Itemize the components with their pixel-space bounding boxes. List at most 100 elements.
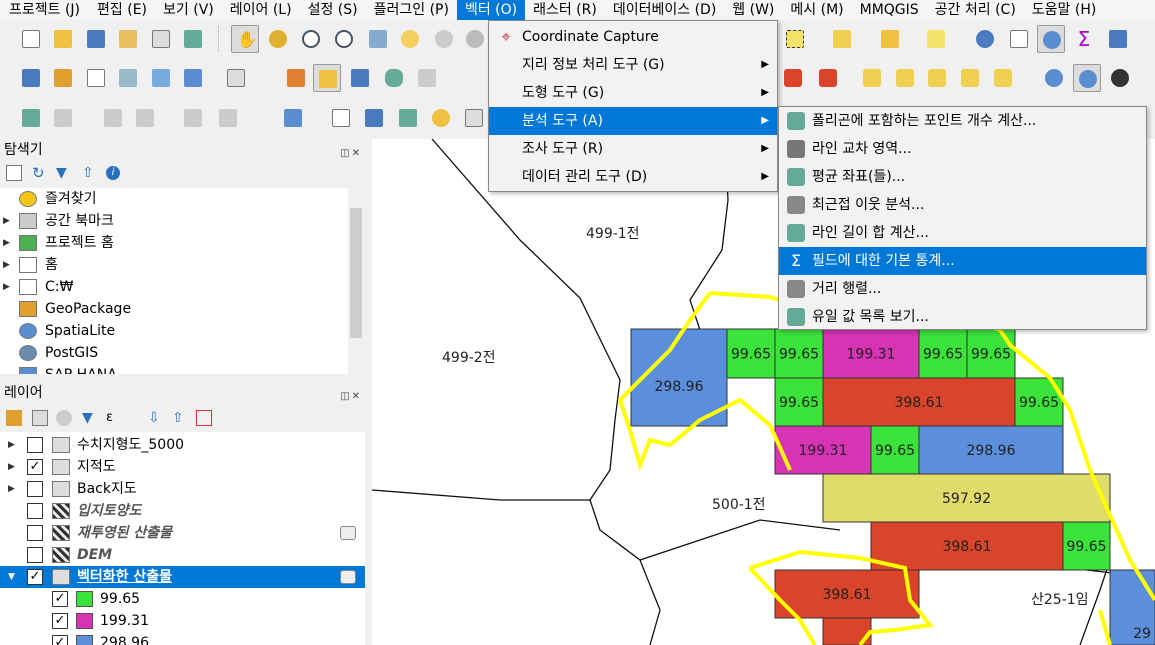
menu-item[interactable]: 도움말 (H) bbox=[1024, 0, 1105, 20]
add-vector-icon[interactable] bbox=[82, 64, 110, 92]
layer-row[interactable]: ▶ Back지도 bbox=[0, 478, 365, 500]
add-csv-icon[interactable] bbox=[222, 64, 250, 92]
analysis-menu-item[interactable]: 라인 길이 합 계산... bbox=[779, 219, 1146, 247]
add-polygon-icon[interactable] bbox=[380, 64, 408, 92]
select-features-icon[interactable] bbox=[781, 25, 809, 53]
remove-layer-icon[interactable] bbox=[196, 410, 212, 426]
vector-menu-item[interactable]: 분석 도구 (A) ▶ bbox=[489, 107, 777, 135]
legend-checkbox[interactable]: ✓ bbox=[52, 635, 68, 645]
processing-toolbox-icon[interactable] bbox=[1037, 25, 1065, 53]
add-raster-icon[interactable] bbox=[114, 64, 142, 92]
add-polygon-annotation-icon[interactable] bbox=[394, 104, 422, 132]
browser-scrollbar[interactable] bbox=[348, 188, 364, 374]
legend-checkbox[interactable]: ✓ bbox=[52, 591, 68, 607]
legend-checkbox[interactable]: ✓ bbox=[52, 613, 68, 629]
save-edits-icon[interactable] bbox=[346, 64, 374, 92]
browser-item[interactable]: SAP HANA bbox=[0, 364, 348, 374]
print-layout-icon[interactable] bbox=[147, 25, 175, 53]
save-as-icon[interactable] bbox=[114, 25, 142, 53]
vector-menu-item[interactable]: ⌖ Coordinate Capture bbox=[489, 23, 777, 51]
browser-item[interactable]: GeoPackage bbox=[0, 298, 348, 320]
expand-arrow-icon[interactable]: ▼ bbox=[8, 566, 15, 588]
reshape-icon[interactable] bbox=[179, 104, 207, 132]
expand-arrow-icon[interactable]: ▶ bbox=[8, 456, 15, 478]
new-geopackage-icon[interactable] bbox=[49, 64, 77, 92]
change-label-icon[interactable] bbox=[989, 64, 1017, 92]
layer-row[interactable]: 입지토양도 bbox=[0, 500, 365, 522]
menu-item[interactable]: 데이터베이스 (D) bbox=[605, 0, 724, 20]
attribute-table-icon[interactable] bbox=[1005, 25, 1033, 53]
pin-label-icon[interactable] bbox=[858, 64, 886, 92]
new-project-icon[interactable] bbox=[17, 25, 45, 53]
expand-arrow-icon[interactable]: ▶ bbox=[3, 254, 10, 276]
legend-entry[interactable]: ✓ 298.96 bbox=[0, 632, 365, 645]
filter-expression-icon[interactable]: ε bbox=[106, 410, 122, 426]
zoom-in-icon[interactable] bbox=[297, 25, 325, 53]
browser-item[interactable]: ▶ 공간 북마크 bbox=[0, 210, 348, 232]
menu-item[interactable]: 공간 처리 (C) bbox=[927, 0, 1024, 20]
data-source-manager-icon[interactable] bbox=[17, 64, 45, 92]
analysis-menu-item[interactable]: 라인 교차 영역... bbox=[779, 135, 1146, 163]
snap-icon[interactable] bbox=[99, 104, 127, 132]
pan-to-selection-icon[interactable] bbox=[264, 25, 292, 53]
layer-row[interactable]: ▶ 수치지형도_5000 bbox=[0, 434, 365, 456]
digitize-icon[interactable] bbox=[17, 104, 45, 132]
menu-item[interactable]: 웹 (W) bbox=[724, 0, 782, 20]
legend-entry[interactable]: ✓ 99.65 bbox=[0, 588, 365, 610]
scrollbar-thumb[interactable] bbox=[350, 208, 362, 338]
select-location-icon[interactable] bbox=[922, 25, 950, 53]
filter-legend-icon[interactable]: ▼ bbox=[82, 410, 98, 426]
menu-item[interactable]: 보기 (V) bbox=[155, 0, 222, 20]
save-project-icon[interactable] bbox=[82, 25, 110, 53]
globe-search-icon[interactable] bbox=[1073, 64, 1101, 92]
add-mesh-icon[interactable] bbox=[147, 64, 175, 92]
info-icon[interactable]: i bbox=[106, 166, 120, 180]
label-abc-icon[interactable] bbox=[814, 64, 842, 92]
browser-item[interactable]: ▶ C:₩ bbox=[0, 276, 348, 298]
expand-arrow-icon[interactable]: ▶ bbox=[8, 434, 15, 456]
offset-icon[interactable] bbox=[214, 104, 242, 132]
add-marker-annotation-icon[interactable] bbox=[427, 104, 455, 132]
expand-all-icon[interactable]: ⇩ bbox=[148, 410, 164, 426]
deselect-icon[interactable] bbox=[876, 25, 904, 53]
expand-arrow-icon[interactable]: ▶ bbox=[3, 276, 10, 298]
statistical-summary-icon[interactable]: Σ bbox=[1070, 25, 1098, 53]
layer-visibility-checkbox[interactable]: ✓ bbox=[27, 569, 43, 585]
analysis-menu-item[interactable]: Σ 필드에 대한 기본 통계... bbox=[779, 247, 1146, 275]
expand-arrow-icon[interactable]: ▶ bbox=[8, 478, 15, 500]
zoom-to-layer-icon[interactable] bbox=[430, 25, 458, 53]
menu-item[interactable]: 레이어 (L) bbox=[222, 0, 300, 20]
style-layer-icon[interactable] bbox=[6, 410, 22, 426]
current-edits-icon[interactable] bbox=[282, 64, 310, 92]
add-line-annotation-icon[interactable] bbox=[360, 104, 388, 132]
move-label-icon[interactable] bbox=[923, 64, 951, 92]
collapse-all-icon[interactable]: ⇧ bbox=[82, 165, 98, 181]
menu-item[interactable]: 편집 (E) bbox=[89, 0, 155, 20]
select-by-value-icon[interactable] bbox=[828, 25, 856, 53]
collapse-all-layers-icon[interactable]: ⇧ bbox=[172, 410, 188, 426]
show-label-icon[interactable] bbox=[891, 64, 919, 92]
toggle-editing-icon[interactable] bbox=[313, 64, 341, 92]
rotate-label-icon[interactable] bbox=[956, 64, 984, 92]
layer-visibility-checkbox[interactable] bbox=[27, 525, 43, 541]
menu-item[interactable]: 메시 (M) bbox=[782, 0, 851, 20]
vector-menu-item[interactable]: 지리 정보 처리 도구 (G) ▶ bbox=[489, 51, 777, 79]
identify-icon[interactable] bbox=[971, 25, 999, 53]
refresh-icon[interactable]: ↻ bbox=[32, 165, 48, 181]
layer-row[interactable]: ▼ ✓ 벡터화한 산출물 bbox=[0, 566, 365, 588]
expand-arrow-icon[interactable]: ▶ bbox=[3, 210, 10, 232]
style-manager-icon[interactable] bbox=[179, 25, 207, 53]
annotation-text-icon[interactable] bbox=[279, 104, 307, 132]
vector-menu-item[interactable]: 조사 도구 (R) ▶ bbox=[489, 135, 777, 163]
menu-item[interactable]: MMQGIS bbox=[852, 0, 927, 20]
trace-icon[interactable] bbox=[131, 104, 159, 132]
analysis-menu-item[interactable]: 폴리곤에 포함하는 포인트 개수 계산... bbox=[779, 107, 1146, 135]
layer-row[interactable]: ▶ ✓ 지적도 bbox=[0, 456, 365, 478]
analysis-menu-item[interactable]: 평균 좌표(들)... bbox=[779, 163, 1146, 191]
street-view-icon[interactable] bbox=[1106, 64, 1134, 92]
expand-arrow-icon[interactable]: ▶ bbox=[3, 232, 10, 254]
vector-menu-item[interactable]: 도형 도구 (G) ▶ bbox=[489, 79, 777, 107]
menu-item[interactable]: 설정 (S) bbox=[300, 0, 366, 20]
analysis-menu-item[interactable]: 거리 행렬... bbox=[779, 275, 1146, 303]
zoom-to-selection-icon[interactable] bbox=[396, 25, 424, 53]
